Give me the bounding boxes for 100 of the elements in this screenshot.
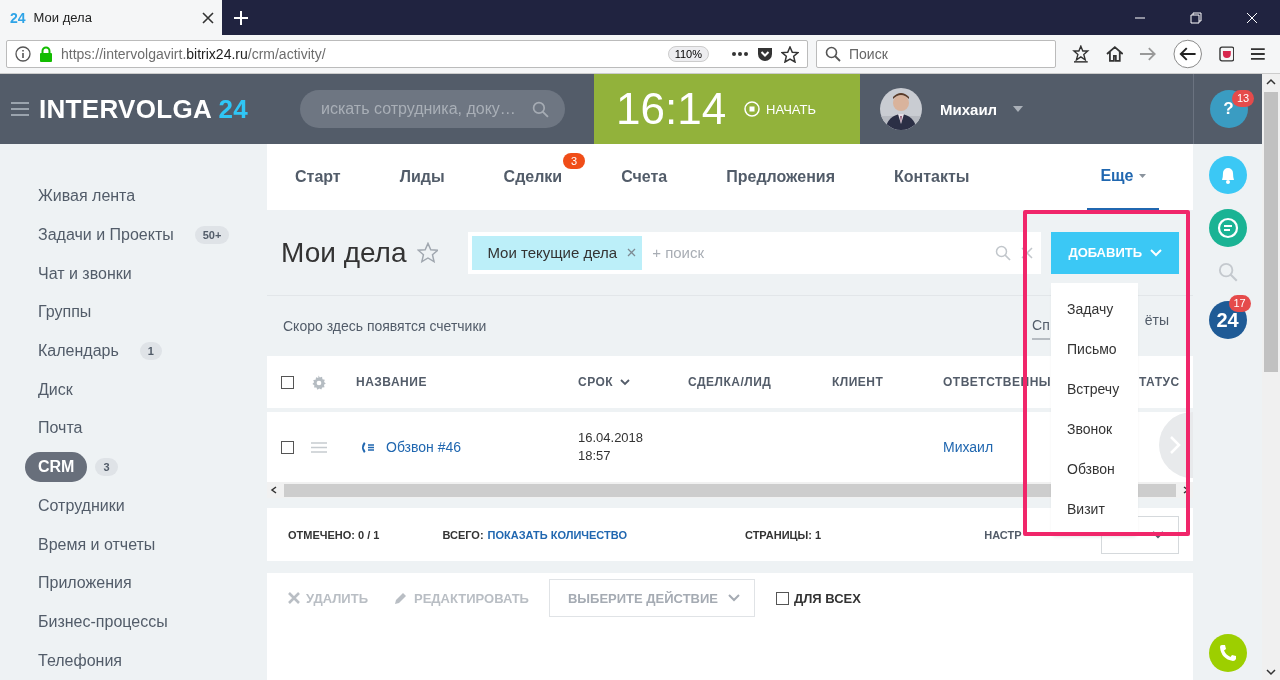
counters-text: Скоро здесь появятся счетчики xyxy=(283,318,487,334)
column-header[interactable]: ТАТУС xyxy=(1139,375,1193,389)
column-header[interactable]: СДЕЛКА/ЛИД xyxy=(688,375,832,389)
stop-icon xyxy=(744,101,761,117)
user-name[interactable]: Михаил xyxy=(940,100,998,118)
lock-icon xyxy=(39,46,53,62)
view-tab[interactable]: Сп xyxy=(1032,317,1050,340)
sidebar-item[interactable]: Группы xyxy=(25,297,105,328)
count-badge: 3 xyxy=(95,458,118,477)
nav-tab[interactable]: Сделки xyxy=(503,144,563,210)
chevron-icon xyxy=(1150,248,1163,257)
menu-item[interactable]: Встречу xyxy=(1051,369,1138,409)
table-cell-text: 16.04.2018 18:57 xyxy=(578,429,645,465)
scroll-left-icon[interactable] xyxy=(270,486,278,494)
search-icon xyxy=(825,46,841,62)
page-title: Мои дела xyxy=(281,236,407,269)
scroll-down-icon[interactable] xyxy=(1266,668,1276,676)
menu-icon[interactable] xyxy=(1250,47,1266,61)
new-tab-icon[interactable] xyxy=(233,9,249,26)
back-button-icon[interactable] xyxy=(1173,39,1203,69)
sidebar-item[interactable]: Живая лента xyxy=(25,181,149,212)
for-all-label: ДЛЯ ВСЕХ xyxy=(793,590,861,606)
sidebar-item[interactable]: Сотрудники xyxy=(25,490,138,521)
close-icon[interactable] xyxy=(1246,11,1258,24)
for-all-checkbox[interactable] xyxy=(775,591,789,605)
star-icon[interactable] xyxy=(416,242,439,263)
total-label: ВСЕГО: xyxy=(442,528,484,541)
settings-label: НАСТР xyxy=(984,528,1022,541)
sidebar-item[interactable]: CRM xyxy=(25,452,88,483)
menu-item[interactable]: Звонок xyxy=(1051,409,1138,449)
nav-tab[interactable]: Еще xyxy=(1087,144,1159,210)
cross-icon xyxy=(288,592,300,604)
vertical-scrollbar[interactable] xyxy=(1262,74,1280,680)
close-tab-icon[interactable] xyxy=(202,11,214,24)
chevron-icon xyxy=(1152,530,1164,539)
more-icon[interactable] xyxy=(731,51,749,57)
address-field[interactable]: https://intervolgavirt.bitrix24.ru/crm/activity/ 110% xyxy=(6,40,808,68)
select-all-checkbox[interactable] xyxy=(281,375,294,389)
info-icon[interactable] xyxy=(15,46,31,62)
star-icon[interactable] xyxy=(781,45,799,63)
chevron-icon xyxy=(727,594,740,602)
home-icon[interactable] xyxy=(1105,45,1124,63)
zoom-badge[interactable]: 110% xyxy=(667,46,709,62)
browser-search-field[interactable]: Поиск xyxy=(816,40,1057,68)
tab-logo: 24 xyxy=(10,9,26,26)
column-header[interactable]: КЛИЕНТ xyxy=(832,375,943,389)
clock-time: 16:14 xyxy=(616,84,727,134)
count-badge: 1 xyxy=(139,342,162,361)
search-icon xyxy=(532,100,549,118)
sidebar-item[interactable]: Задачи и Проекты xyxy=(25,220,187,251)
filter-field[interactable]: Мои текущие дела + поиск xyxy=(468,231,1042,274)
marked-count: ОТМЕЧЕНО: 0 / 1 xyxy=(288,528,380,541)
nav-tab[interactable]: Старт xyxy=(295,144,341,210)
sidebar-item[interactable]: Бизнес-процессы xyxy=(25,606,181,637)
filter-tag[interactable]: Мои текущие дела xyxy=(472,235,643,270)
pages-count: СТРАНИЦЫ: 1 xyxy=(745,528,822,541)
column-header[interactable]: СРОК xyxy=(578,375,688,389)
scroll-up-icon[interactable] xyxy=(1266,78,1276,86)
sort-icon xyxy=(620,378,631,386)
nav-tab[interactable]: Лиды xyxy=(399,144,445,210)
sidebar-item[interactable]: Приложения xyxy=(25,568,145,599)
column-header[interactable]: НАЗВАНИЕ xyxy=(356,375,578,389)
menu-item[interactable]: Письмо xyxy=(1051,329,1138,369)
phone-list-icon xyxy=(360,440,376,454)
count-badge: 3 xyxy=(563,153,586,169)
sidebar-item[interactable]: Время и отчеты xyxy=(25,529,169,560)
pencil-icon xyxy=(394,591,408,605)
nav-tab[interactable]: Предложения xyxy=(726,144,835,210)
notification-badge: 17 xyxy=(1228,295,1251,312)
drag-handle-icon[interactable] xyxy=(311,441,327,453)
view-tab[interactable]: ёты xyxy=(1144,312,1169,340)
start-label: НАЧАТЬ xyxy=(766,101,816,117)
forward-icon[interactable] xyxy=(1139,46,1158,62)
row-checkbox[interactable] xyxy=(281,440,294,454)
count-badge: 50+ xyxy=(194,226,230,245)
sidebar-item[interactable]: Календарь xyxy=(25,336,132,367)
caret-icon xyxy=(1138,174,1146,178)
sidebar-item[interactable]: Телефония xyxy=(25,645,135,676)
nav-tab[interactable]: Контакты xyxy=(894,144,970,210)
menu-item[interactable]: Задачу xyxy=(1051,289,1138,329)
sidebar-item[interactable]: Чат и звонки xyxy=(25,258,145,289)
url-text: https://intervolgavirt.bitrix24.ru/crm/activity/ xyxy=(61,46,327,62)
tab-title: Мои дела xyxy=(33,10,93,25)
sidebar-item[interactable]: Почта xyxy=(25,413,96,444)
show-count-link[interactable]: ПОКАЗАТЬ КОЛИЧЕСТВО xyxy=(487,528,627,541)
horizontal-scrollbar[interactable] xyxy=(267,482,1193,498)
menu-item[interactable]: Визит xyxy=(1051,489,1138,529)
clear-icon[interactable] xyxy=(1021,246,1034,259)
chat-icon[interactable] xyxy=(1208,209,1247,247)
nav-tab[interactable]: Счета xyxy=(621,144,668,210)
bookmarks-icon[interactable] xyxy=(1072,45,1090,63)
menu-item[interactable]: Обзвон xyxy=(1051,449,1138,489)
remove-icon[interactable] xyxy=(627,248,637,257)
activity-link[interactable]: Обзвон #46 xyxy=(386,439,462,455)
browser-tab[interactable]: 24 Мои дела xyxy=(0,0,222,35)
caret-icon[interactable] xyxy=(1013,106,1024,112)
restore-icon[interactable] xyxy=(1190,11,1202,24)
notification-badge: 13 xyxy=(1232,90,1255,107)
sidebar-item[interactable]: Диск xyxy=(25,374,86,405)
logo[interactable]: INTERVOLGA 24 xyxy=(39,93,249,125)
